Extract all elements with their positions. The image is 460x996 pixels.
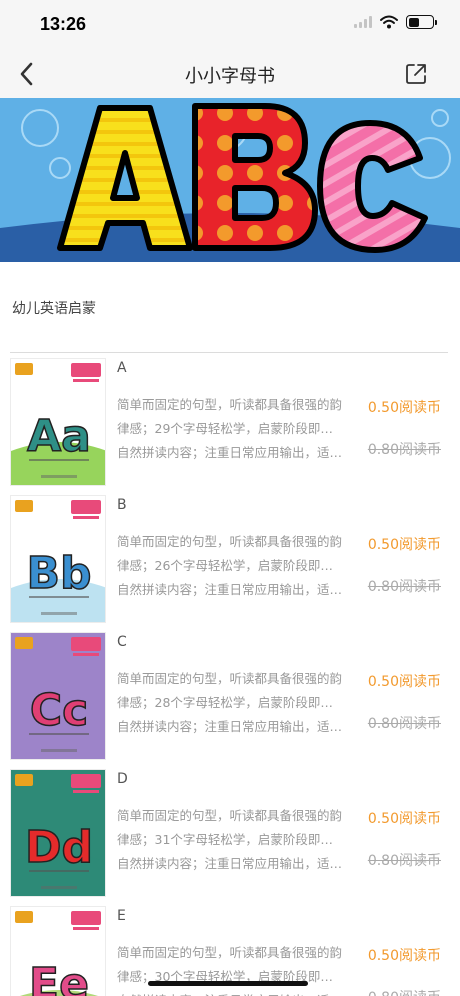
book-description-line: 简单而固定的句型，听读都具备很强的韵	[117, 945, 343, 960]
book-cover-image[interactable]: Dd	[10, 769, 106, 897]
book-description: 简单而固定的句型，听读都具备很强的韵 律感；31个字母轻松学，启蒙阶段即搞定 自…	[117, 804, 343, 876]
page-title: 小小字母书	[185, 66, 275, 87]
book-description-line: 自然拼读内容；注重日常应用输出，适合学龄前儿童	[117, 856, 343, 871]
banner-letter-b	[192, 103, 318, 251]
book-description-line: 简单而固定的句型，听读都具备很强的韵	[117, 808, 343, 823]
book-original-price: 0.80阅读币	[367, 442, 441, 458]
book-description-line: 律感；29个字母轻松学，启蒙阶段即搞定	[117, 421, 343, 436]
book-description-line: 自然拼读内容；注重日常应用输出，适合学龄前儿童	[117, 582, 343, 597]
share-icon	[406, 64, 426, 84]
book-description-line: 自然拼读内容；注重日常应用输出，适合学龄前儿童	[117, 989, 343, 996]
book-price: 0.50阅读币	[367, 674, 441, 690]
category-label: 幼儿英语启蒙	[12, 301, 96, 317]
divider	[10, 352, 448, 353]
book-description: 简单而固定的句型，听读都具备很强的韵 律感；28个字母轻松学，启蒙阶段即搞定 自…	[117, 667, 343, 739]
book-original-price: 0.80阅读币	[368, 987, 441, 996]
svg-text:Bb: Bb	[26, 548, 91, 599]
book-list-item[interactable]: Dd D 简单而固定的句型，听读都具备很强的韵 律感；31个字母轻松学，启蒙阶段…	[0, 765, 460, 902]
book-cover-illustration: Bb	[11, 496, 105, 622]
book-cover-image[interactable]: Bb	[10, 495, 106, 623]
svg-text:Ee: Ee	[29, 959, 89, 996]
book-description-line: 简单而固定的句型，听读都具备很强的韵	[117, 534, 343, 549]
signal-icon	[354, 16, 372, 28]
home-indicator	[148, 981, 308, 986]
svg-text:Dd: Dd	[25, 822, 93, 873]
book-list-item[interactable]: Bb B 简单而固定的句型，听读都具备很强的韵 律感；26个字母轻松学，启蒙阶段…	[0, 491, 460, 628]
book-cover-illustration: Aa	[11, 359, 105, 485]
book-original-price: 0.80阅读币	[367, 579, 441, 595]
book-list: Aa A 简单而固定的句型，听读都具备很强的韵 律感；29个字母轻松学，启蒙阶段…	[0, 354, 460, 996]
book-cover-image[interactable]: Ee	[10, 906, 106, 996]
book-description-line: 律感；28个字母轻松学，启蒙阶段即搞定	[117, 695, 343, 710]
book-description: 简单而固定的句型，听读都具备很强的韵 律感；26个字母轻松学，启蒙阶段即搞定 自…	[117, 530, 343, 602]
book-description-line: 律感；26个字母轻松学，启蒙阶段即搞定	[117, 558, 343, 573]
abc-banner-illustration	[0, 98, 460, 262]
book-description-line: 简单而固定的句型，听读都具备很强的韵	[117, 397, 343, 412]
book-cover-illustration: Cc	[11, 633, 105, 759]
wifi-icon	[380, 15, 398, 29]
book-title: E	[117, 908, 126, 924]
book-description-line: 自然拼读内容；注重日常应用输出，适合学龄前儿童	[117, 719, 343, 734]
book-description: 简单而固定的句型，听读都具备很强的韵 律感；29个字母轻松学，启蒙阶段即搞定 自…	[117, 393, 343, 465]
book-description-line: 自然拼读内容；注重日常应用输出，适合学龄前儿童	[117, 445, 343, 460]
status-bar: 13:26	[0, 0, 460, 50]
book-price: 0.50阅读币	[367, 811, 441, 827]
book-title: D	[117, 771, 128, 787]
book-cover-illustration: Dd	[11, 770, 105, 896]
book-cover-image[interactable]: Aa	[10, 358, 106, 486]
status-icons	[354, 15, 437, 29]
share-button[interactable]	[400, 58, 432, 90]
book-price: 0.50阅读币	[367, 400, 441, 416]
book-title: C	[117, 634, 127, 650]
nav-bar: 小小字母书	[0, 50, 460, 98]
status-time: 13:26	[40, 14, 87, 34]
book-title: A	[117, 360, 127, 376]
book-price: 0.50阅读币	[367, 537, 441, 553]
battery-icon	[406, 15, 437, 29]
book-description-line: 简单而固定的句型，听读都具备很强的韵	[117, 671, 343, 686]
book-original-price: 0.80阅读币	[367, 853, 441, 869]
book-original-price: 0.80阅读币	[367, 716, 441, 732]
book-list-item[interactable]: Cc C 简单而固定的句型，听读都具备很强的韵 律感；28个字母轻松学，启蒙阶段…	[0, 628, 460, 765]
banner-image[interactable]	[0, 98, 460, 262]
book-cover-image[interactable]: Cc	[10, 632, 106, 760]
book-price: 0.50阅读币	[367, 948, 441, 964]
book-title: B	[117, 497, 127, 513]
book-list-item[interactable]: Aa A 简单而固定的句型，听读都具备很强的韵 律感；29个字母轻松学，启蒙阶段…	[0, 354, 460, 491]
svg-text:Cc: Cc	[30, 685, 88, 736]
book-cover-illustration: Ee	[11, 907, 105, 996]
book-description: 简单而固定的句型，听读都具备很强的韵 律感；30个字母轻松学，启蒙阶段即搞定 自…	[117, 941, 343, 996]
book-description-line: 律感；31个字母轻松学，启蒙阶段即搞定	[117, 832, 343, 847]
battery-fill	[408, 17, 419, 27]
svg-text:Aa: Aa	[27, 411, 91, 462]
